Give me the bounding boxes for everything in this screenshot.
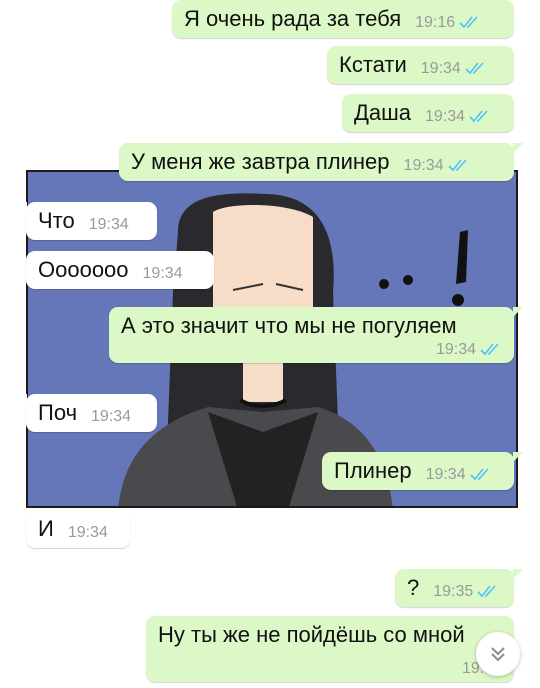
message-time: 19:16 bbox=[415, 14, 456, 31]
message-time: 19:34 bbox=[67, 524, 108, 541]
message-text: Плинер bbox=[334, 458, 412, 483]
message-time: 19:34 bbox=[88, 216, 129, 233]
message-time: 19:34 bbox=[142, 265, 183, 282]
message-time: 19:34 bbox=[420, 60, 461, 77]
message-text: ? bbox=[407, 575, 420, 600]
message-text: Ооооооо bbox=[38, 257, 129, 282]
message-text: А это значит что мы не погуляем bbox=[121, 313, 457, 338]
message-time: 19:34 bbox=[91, 408, 132, 425]
message-text: Что bbox=[38, 208, 75, 233]
message-bubble-outgoing[interactable]: Ну ты же не пойдёшь со мной19:35 bbox=[146, 616, 514, 682]
message-bubble-outgoing[interactable]: Кстати 19:34 bbox=[327, 46, 514, 84]
message-time: 19:34 bbox=[425, 108, 466, 125]
message-bubble-incoming[interactable]: Поч 19:34 bbox=[17, 394, 157, 432]
message-time: 19:34 bbox=[425, 466, 466, 483]
double-check-icon bbox=[469, 110, 488, 123]
message-text: У меня же завтра плинер bbox=[131, 149, 390, 174]
scroll-to-bottom-button[interactable] bbox=[476, 632, 520, 676]
message-bubble-outgoing[interactable]: У меня же завтра плинер 19:34 bbox=[119, 143, 523, 181]
message-bubble-incoming[interactable]: И 19:34 bbox=[17, 510, 130, 548]
message-bubble-incoming[interactable]: Ооооооо 19:34 bbox=[26, 251, 214, 289]
message-bubble-outgoing[interactable]: Я очень рада за тебя 19:16 bbox=[172, 0, 514, 38]
message-bubble-outgoing[interactable]: А это значит что мы не погуляем 19:34 bbox=[109, 307, 523, 363]
message-text: Даша bbox=[354, 100, 412, 125]
double-check-icon bbox=[480, 343, 499, 356]
double-check-icon bbox=[465, 62, 484, 75]
message-text: И bbox=[38, 516, 54, 541]
message-text: Поч bbox=[38, 400, 78, 425]
message-text: Кстати bbox=[339, 52, 407, 77]
double-check-icon bbox=[470, 468, 489, 481]
double-check-icon bbox=[477, 585, 496, 598]
double-check-icon bbox=[459, 16, 478, 29]
message-text: Я очень рада за тебя bbox=[184, 6, 402, 31]
message-text: Ну ты же не пойдёшь со мной bbox=[158, 622, 465, 647]
double-check-icon bbox=[448, 159, 467, 172]
message-bubble-outgoing[interactable]: Даша 19:34 bbox=[342, 94, 514, 132]
message-bubble-outgoing[interactable]: Плинер 19:34 bbox=[322, 452, 523, 490]
chevron-double-down-icon bbox=[491, 647, 505, 662]
message-bubble-outgoing[interactable]: ? 19:35 bbox=[395, 569, 523, 607]
message-time: 19:35 bbox=[433, 583, 474, 600]
message-time: 19:34 bbox=[435, 341, 476, 358]
message-time: 19:34 bbox=[403, 157, 444, 174]
message-bubble-incoming[interactable]: Что 19:34 bbox=[17, 202, 157, 240]
